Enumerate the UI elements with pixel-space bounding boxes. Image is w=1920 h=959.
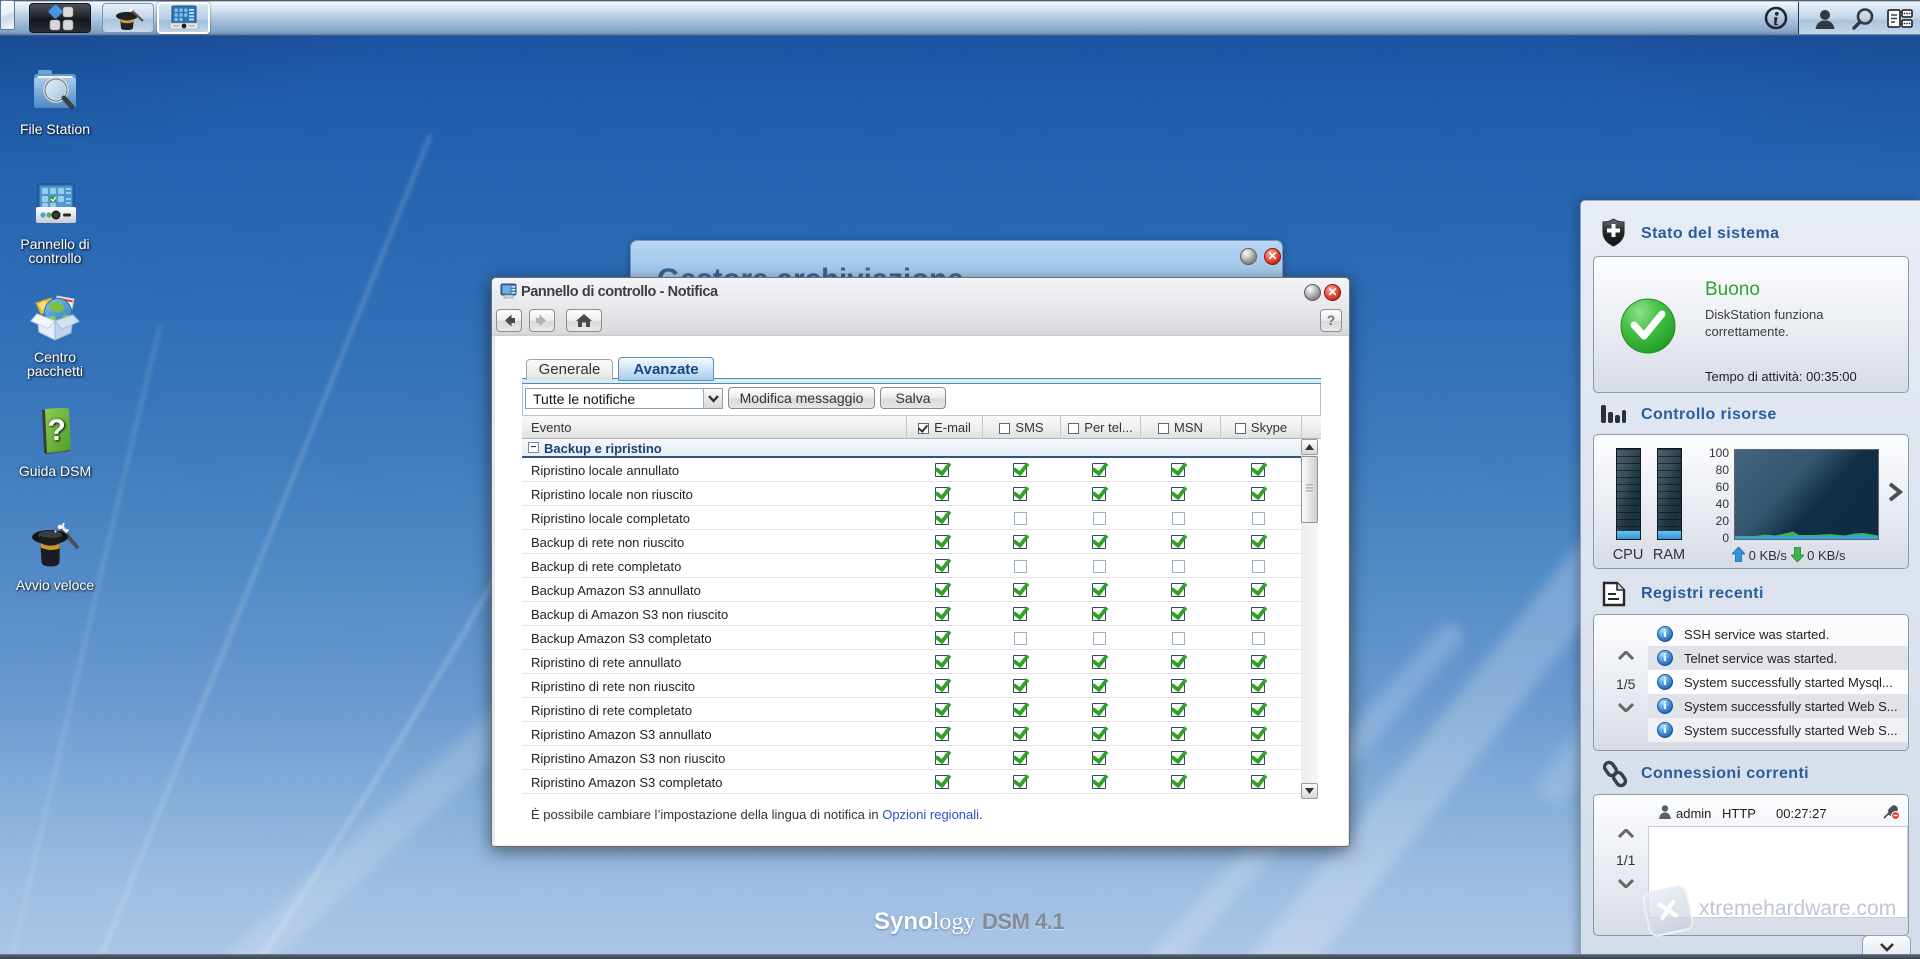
svg-text:?: ?	[47, 414, 66, 448]
